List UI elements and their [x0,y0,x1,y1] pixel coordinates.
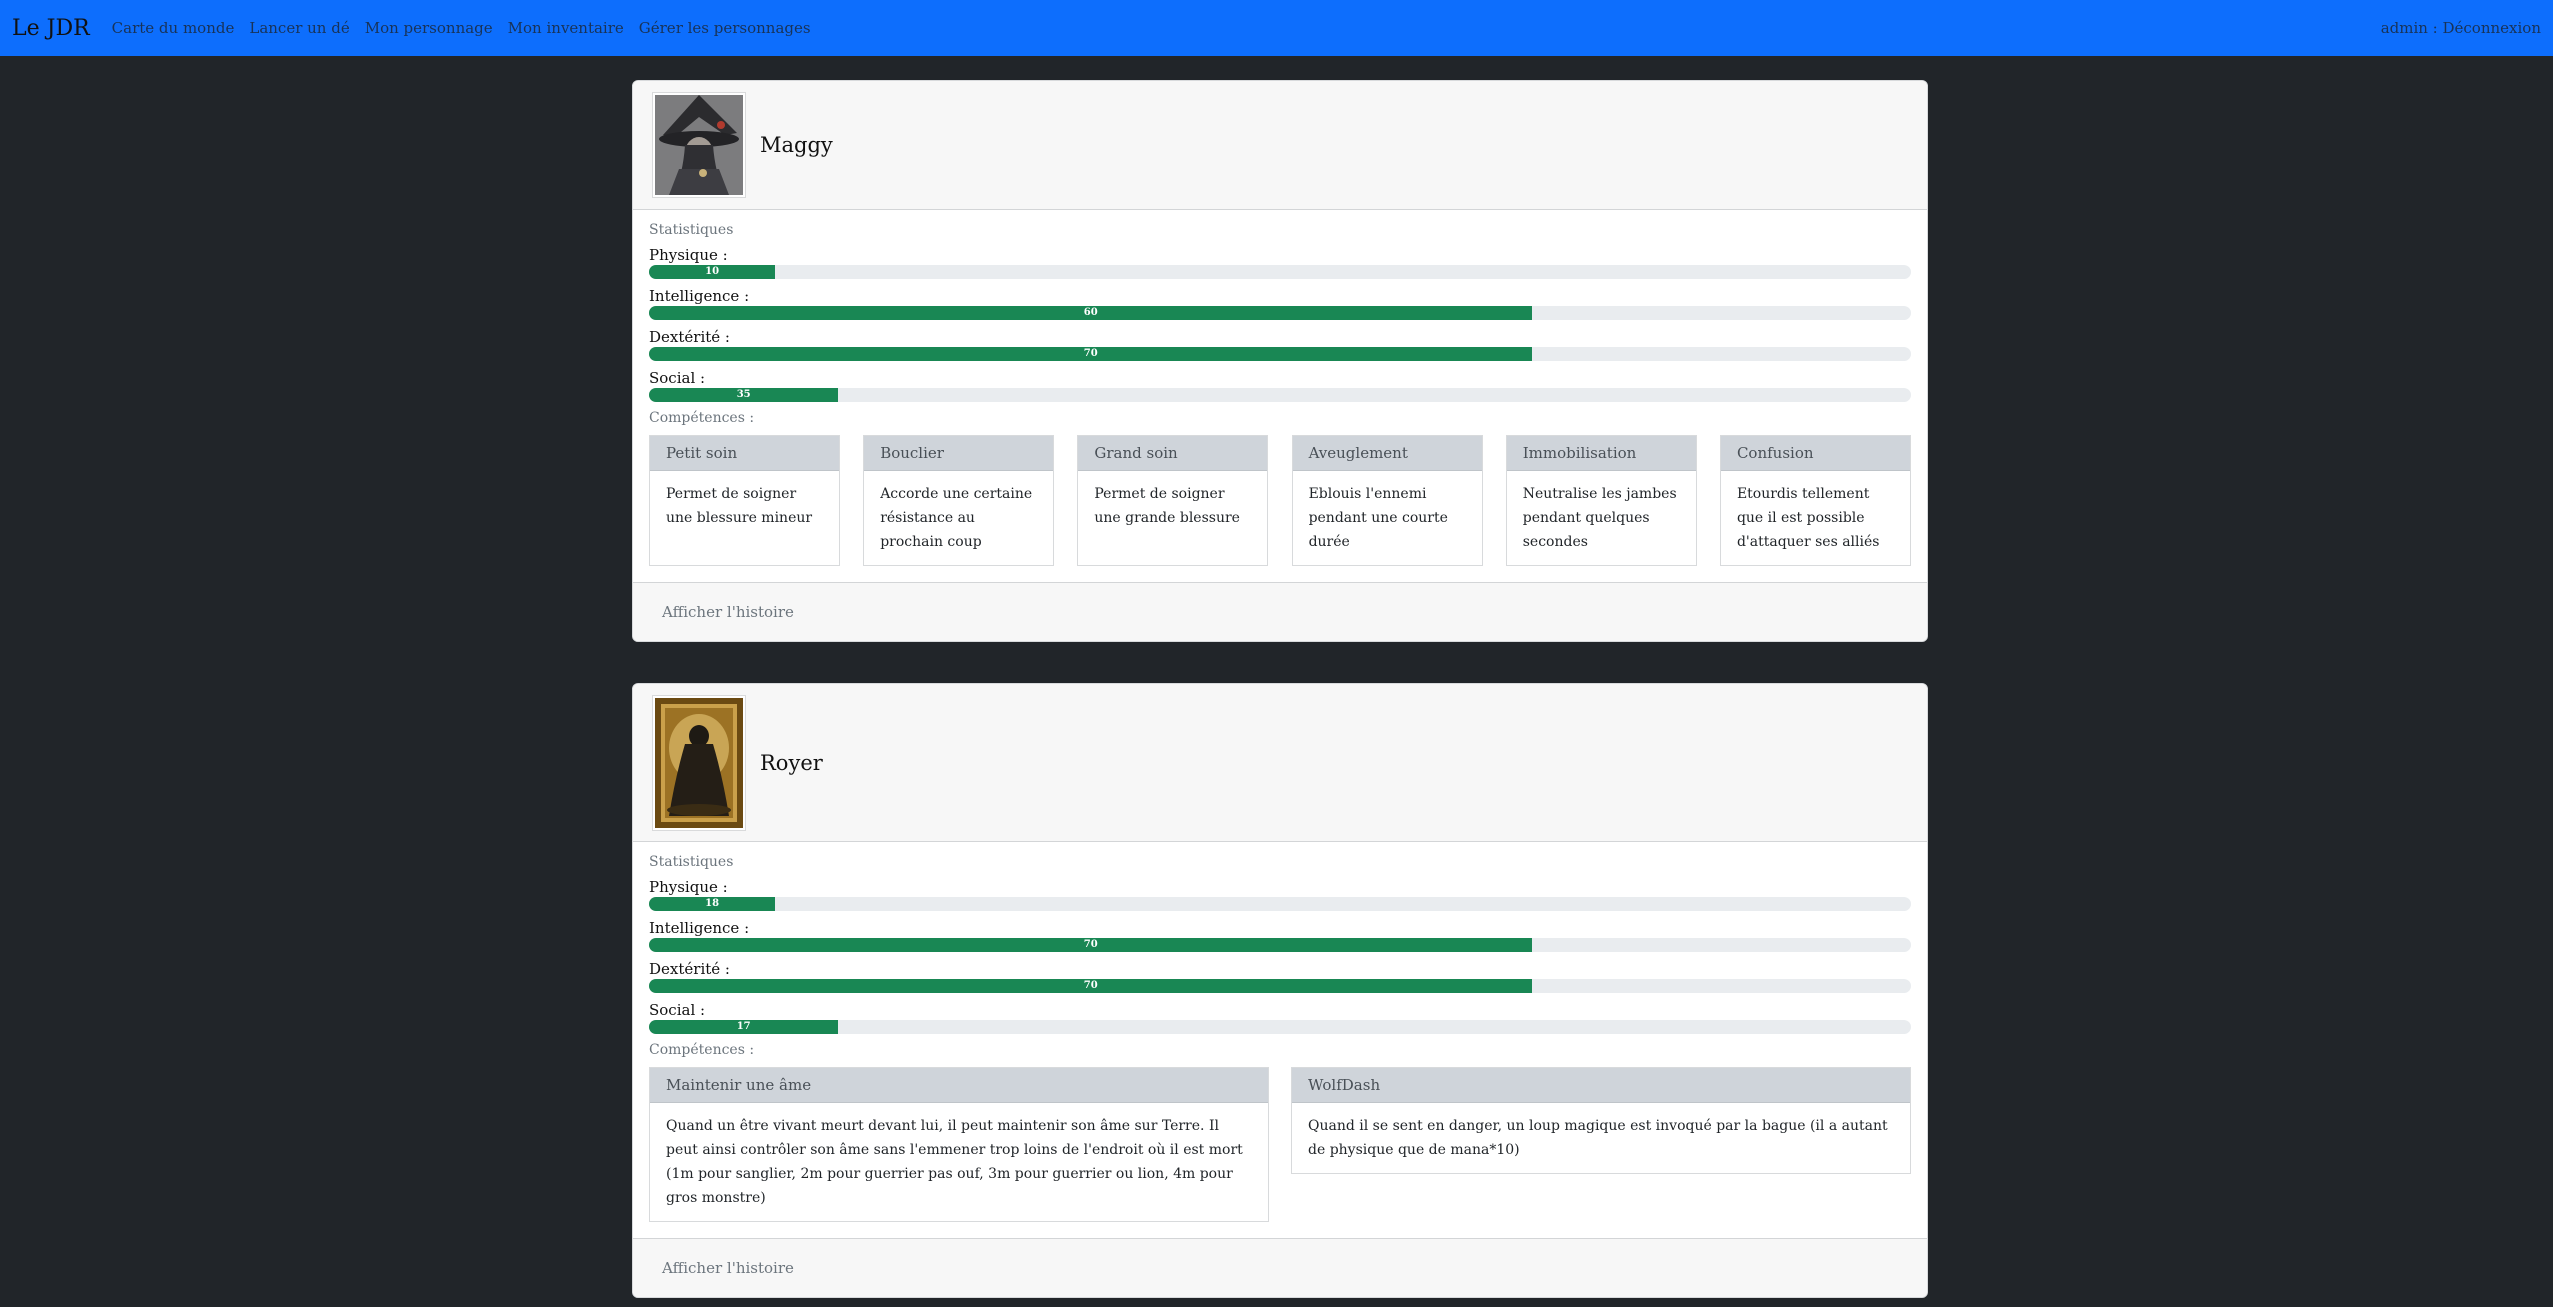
stat-label: Social : [649,369,706,387]
skill-card: Petit soin Permet de soigner une blessur… [649,435,840,566]
skill-card: Maintenir une âme Quand un être vivant m… [649,1067,1269,1222]
skill-card: Bouclier Accorde une certaine résistance… [863,435,1055,566]
character-card-body: Statistiques Physique : 18 Intelligence … [633,842,1927,1222]
skill-title: Immobilisation [1506,436,1696,471]
show-story-link[interactable]: Afficher l'histoire [662,1259,794,1277]
stat-label: Physique : [649,878,728,896]
top-navbar: Le JDR Carte du monde Lancer un dé Mon p… [0,0,2553,56]
progress-bar: 60 [649,306,1911,320]
nav-link-roll-dice[interactable]: Lancer un dé [249,19,349,37]
skills-list: Petit soin Permet de soigner une blessur… [649,435,1911,566]
stat-label: Physique : [649,246,728,264]
stat-label: Dextérité : [649,328,730,346]
character-name: Royer [760,750,823,775]
skill-card: Immobilisation Neutralise les jambes pen… [1505,435,1697,566]
progress-bar: 18 [649,897,1911,911]
knight-portrait-image [655,697,743,828]
skill-title: Bouclier [864,436,1054,471]
skills-title: Compétences : [649,1042,755,1058]
stat-intelligence: Intelligence : 70 [649,919,1911,952]
stat-dexterite: Dextérité : 70 [649,960,1911,993]
stat-physique: Physique : 18 [649,878,1911,911]
stat-dexterite: Dextérité : 70 [649,328,1911,361]
stat-label: Intelligence : [649,919,750,937]
progress-bar: 17 [649,1020,1911,1034]
character-card-footer: Afficher l'histoire [633,1238,1927,1297]
character-card-body: Statistiques Physique : 10 Intelligence … [633,210,1927,566]
skill-title: Petit soin [650,436,839,471]
progress-bar-fill: 70 [649,938,1533,952]
stats-title: Statistiques [649,854,734,870]
skill-description: Accorde une certaine résistance au proch… [880,486,1033,550]
skill-description: Quand un être vivant meurt devant lui, i… [666,1118,1243,1206]
progress-bar: 70 [649,938,1911,952]
progress-bar-fill: 17 [649,1020,839,1034]
progress-bar: 70 [649,979,1911,993]
character-card-header: Royer [633,684,1927,842]
stat-social: Social : 17 [649,1001,1911,1034]
nav-link-world-map[interactable]: Carte du monde [112,19,235,37]
stat-social: Social : 35 [649,369,1911,402]
character-name: Maggy [760,133,833,157]
progress-bar-fill: 70 [649,979,1533,993]
skill-title: WolfDash [1292,1068,1910,1103]
skill-title: Aveuglement [1292,436,1482,471]
stat-label: Intelligence : [649,287,750,305]
skill-card: WolfDash Quand il se sent en danger, un … [1291,1067,1911,1174]
character-card-royer: Royer Statistiques Physique : 18 Intelli… [632,683,1928,1298]
character-card-footer: Afficher l'histoire [633,582,1927,641]
skill-card: Aveuglement Eblouis l'ennemi pendant une… [1291,435,1483,566]
stat-physique: Physique : 10 [649,246,1911,279]
show-story-link[interactable]: Afficher l'histoire [662,603,794,621]
nav-link-manage-characters[interactable]: Gérer les personnages [639,19,811,37]
avatar [652,92,746,198]
nav-link-my-inventory[interactable]: Mon inventaire [508,19,624,37]
skills-list: Maintenir une âme Quand un être vivant m… [649,1067,1911,1222]
stat-intelligence: Intelligence : 60 [649,287,1911,320]
skill-description: Permet de soigner une grande blessure [1094,486,1240,526]
progress-bar: 70 [649,347,1911,361]
progress-bar: 10 [649,265,1911,279]
progress-bar-fill: 18 [649,897,776,911]
progress-bar-fill: 60 [649,306,1533,320]
character-card-maggy: Maggy Statistiques Physique : 10 Intelli… [632,80,1928,642]
avatar [652,694,746,831]
witch-portrait-image [655,95,743,195]
skill-card: Grand soin Permet de soigner une grande … [1077,435,1269,566]
progress-bar-fill: 10 [649,265,776,279]
skill-description: Quand il se sent en danger, un loup magi… [1308,1118,1888,1158]
character-card-header: Maggy [633,81,1927,210]
logout-link[interactable]: admin : Déconnexion [2381,19,2541,37]
skill-title: Maintenir une âme [650,1068,1268,1103]
skill-description: Neutralise les jambes pendant quelques s… [1522,486,1677,550]
skill-description: Eblouis l'ennemi pendant une courte duré… [1308,486,1448,550]
skill-description: Permet de soigner une blessure mineur [666,486,813,526]
stat-label: Dextérité : [649,960,730,978]
skill-title: Confusion [1720,436,1910,471]
progress-bar: 35 [649,388,1911,402]
skill-description: Etourdis tellement que il est possible d… [1736,486,1880,550]
skills-title: Compétences : [649,410,755,426]
nav-link-my-character[interactable]: Mon personnage [365,19,493,37]
skill-title: Grand soin [1078,436,1268,471]
progress-bar-fill: 35 [649,388,839,402]
skill-card: Confusion Etourdis tellement que il est … [1719,435,1911,566]
stat-label: Social : [649,1001,706,1019]
stats-title: Statistiques [649,222,734,238]
brand-link[interactable]: Le JDR [12,16,90,41]
progress-bar-fill: 70 [649,347,1533,361]
